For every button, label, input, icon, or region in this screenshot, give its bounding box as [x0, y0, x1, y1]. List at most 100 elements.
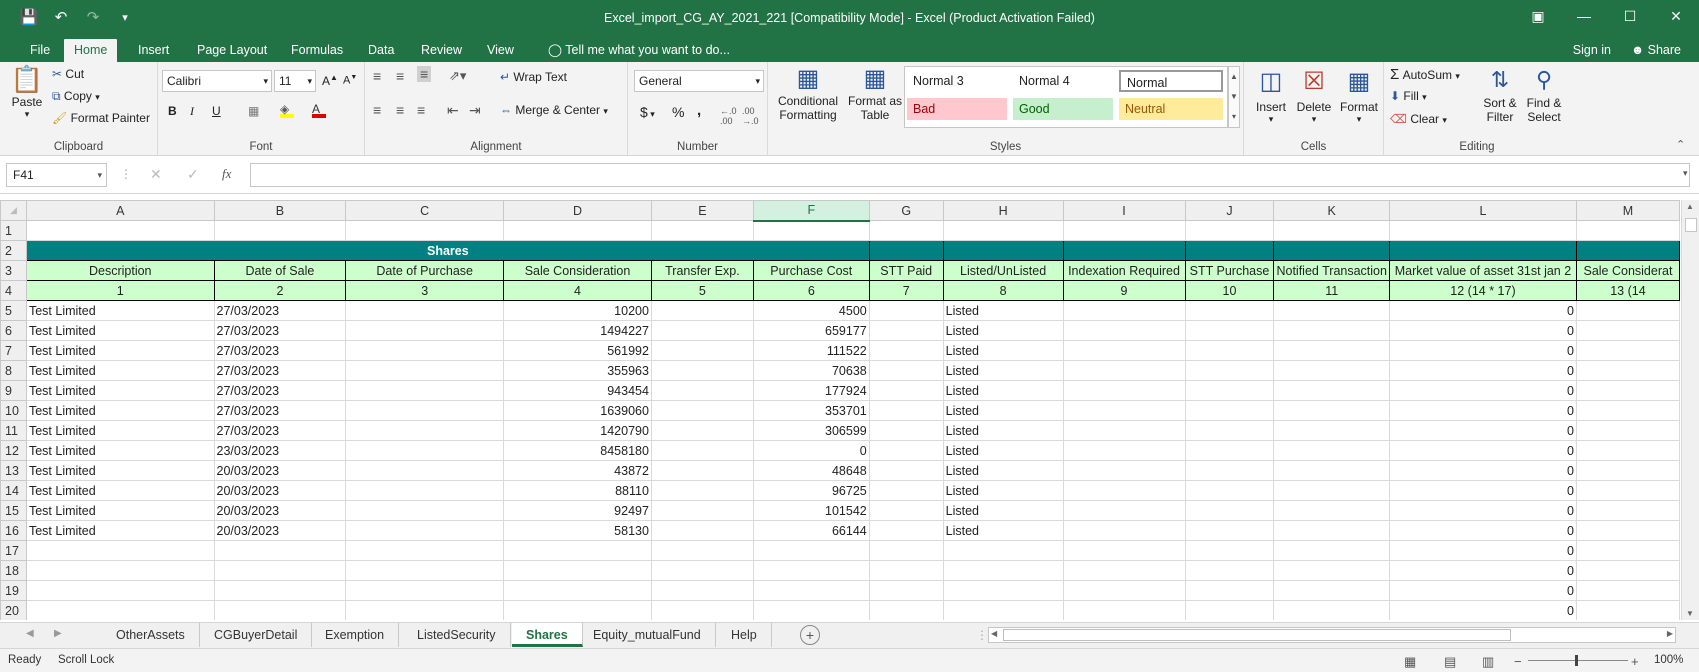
orientation-icon[interactable]: ⇗▾: [449, 68, 466, 84]
cell[interactable]: 96725: [752, 480, 870, 501]
header-band-cell[interactable]: [868, 240, 944, 261]
sheet-tab-exemption[interactable]: Exemption: [311, 623, 400, 647]
cell[interactable]: [650, 480, 754, 501]
cell[interactable]: [942, 540, 1064, 561]
cell[interactable]: [345, 600, 505, 620]
italic-button[interactable]: I: [190, 104, 194, 119]
align-right-icon[interactable]: ≡: [417, 102, 425, 118]
cell[interactable]: [1184, 540, 1275, 561]
column-title-cell[interactable]: Date of Purchase: [345, 260, 505, 281]
scroll-right-icon[interactable]: ▶: [1667, 629, 1673, 638]
cell[interactable]: [1062, 500, 1186, 521]
cell[interactable]: Listed: [942, 320, 1064, 341]
cell[interactable]: 27/03/2023: [213, 360, 347, 381]
cell[interactable]: [1062, 340, 1186, 361]
cell[interactable]: Listed: [942, 520, 1064, 541]
horizontal-scrollbar[interactable]: ◀ ▶: [988, 627, 1676, 643]
cell[interactable]: [1184, 460, 1275, 481]
cell[interactable]: [345, 300, 505, 321]
cell[interactable]: 0: [1388, 560, 1577, 581]
column-title-cell[interactable]: Date of Sale: [213, 260, 347, 281]
tab-page-layout[interactable]: Page Layout: [187, 39, 277, 62]
row-header[interactable]: 2: [0, 240, 27, 261]
cell[interactable]: [1273, 340, 1390, 361]
ribbon-display-options-icon[interactable]: ▣: [1515, 0, 1561, 32]
cell[interactable]: [1575, 380, 1680, 401]
cell[interactable]: 353701: [752, 400, 870, 421]
row-header[interactable]: 11: [0, 420, 27, 441]
cell[interactable]: [1062, 420, 1186, 441]
cell[interactable]: [345, 420, 505, 441]
cell[interactable]: [1273, 360, 1390, 381]
cell[interactable]: Listed: [942, 420, 1064, 441]
header-band-cell[interactable]: [1273, 240, 1390, 261]
cell[interactable]: [213, 220, 347, 241]
row-header[interactable]: 8: [0, 360, 27, 381]
column-number-cell[interactable]: 11: [1273, 280, 1390, 301]
align-middle-icon[interactable]: ≡: [396, 68, 404, 84]
zoom-slider-thumb[interactable]: [1575, 655, 1578, 666]
cell[interactable]: Listed: [942, 440, 1064, 461]
column-title-cell[interactable]: Sale Considerat: [1575, 260, 1680, 281]
style-normal[interactable]: Normal: [1119, 70, 1223, 92]
decrease-decimal-icon[interactable]: .00 →.0: [742, 106, 759, 126]
cell[interactable]: 20/03/2023: [213, 520, 347, 541]
cell[interactable]: [868, 580, 944, 601]
cell[interactable]: 4500: [752, 300, 870, 321]
cell[interactable]: [345, 220, 505, 241]
page-break-view-icon[interactable]: ▥: [1482, 654, 1494, 670]
column-header-c[interactable]: C: [345, 200, 505, 221]
column-title-cell[interactable]: Description: [25, 260, 215, 281]
row-header[interactable]: 9: [0, 380, 27, 401]
cell[interactable]: [752, 220, 870, 241]
column-number-cell[interactable]: 10: [1184, 280, 1275, 301]
row-header[interactable]: 5: [0, 300, 27, 321]
cell[interactable]: [650, 340, 754, 361]
cell[interactable]: [345, 460, 505, 481]
cell[interactable]: 27/03/2023: [213, 420, 347, 441]
cell[interactable]: 70638: [752, 360, 870, 381]
cell[interactable]: [650, 500, 754, 521]
grow-font-icon[interactable]: A▲: [322, 73, 338, 88]
cell[interactable]: [868, 400, 944, 421]
column-number-cell[interactable]: 6: [752, 280, 870, 301]
cell[interactable]: Test Limited: [25, 420, 215, 441]
cell[interactable]: [1575, 460, 1680, 481]
normal-view-icon[interactable]: ▦: [1404, 654, 1416, 670]
cell[interactable]: [868, 440, 944, 461]
column-title-cell[interactable]: Notified Transaction: [1273, 260, 1390, 281]
fill-button[interactable]: ⬇ Fill ▾: [1390, 89, 1427, 103]
cell[interactable]: [345, 360, 505, 381]
column-header-g[interactable]: G: [868, 200, 944, 221]
cell[interactable]: [1273, 320, 1390, 341]
column-title-cell[interactable]: Transfer Exp.: [650, 260, 754, 281]
shrink-font-icon[interactable]: A▼: [343, 74, 357, 87]
cell[interactable]: [868, 420, 944, 441]
column-header-i[interactable]: I: [1062, 200, 1186, 221]
cell[interactable]: [1184, 360, 1275, 381]
cell[interactable]: Listed: [942, 300, 1064, 321]
cell[interactable]: Test Limited: [25, 460, 215, 481]
column-title-cell[interactable]: STT Purchase: [1184, 260, 1275, 281]
cell[interactable]: [25, 600, 215, 620]
cell[interactable]: [868, 460, 944, 481]
cell[interactable]: [650, 320, 754, 341]
row-header[interactable]: 7: [0, 340, 27, 361]
cell[interactable]: [1184, 320, 1275, 341]
cell[interactable]: [1062, 600, 1186, 620]
autosum-button[interactable]: Σ AutoSum ▾: [1390, 66, 1460, 83]
row-header[interactable]: 18: [0, 560, 27, 581]
column-title-cell[interactable]: STT Paid: [868, 260, 944, 281]
column-number-cell[interactable]: 8: [942, 280, 1064, 301]
cell[interactable]: 0: [1388, 500, 1577, 521]
row-header[interactable]: 12: [0, 440, 27, 461]
tell-me-box[interactable]: ◯ Tell me what you want to do...: [538, 39, 740, 62]
sheet-tab-equity-mutualfund[interactable]: Equity_mutualFund: [579, 623, 716, 647]
cell[interactable]: [1575, 360, 1680, 381]
cell[interactable]: Test Limited: [25, 480, 215, 501]
style-normal4[interactable]: Normal 4: [1013, 70, 1113, 92]
row-header[interactable]: 14: [0, 480, 27, 501]
sheet-title-cell[interactable]: Shares: [25, 240, 870, 261]
cell[interactable]: Test Limited: [25, 300, 215, 321]
formula-input[interactable]: [250, 163, 1690, 187]
